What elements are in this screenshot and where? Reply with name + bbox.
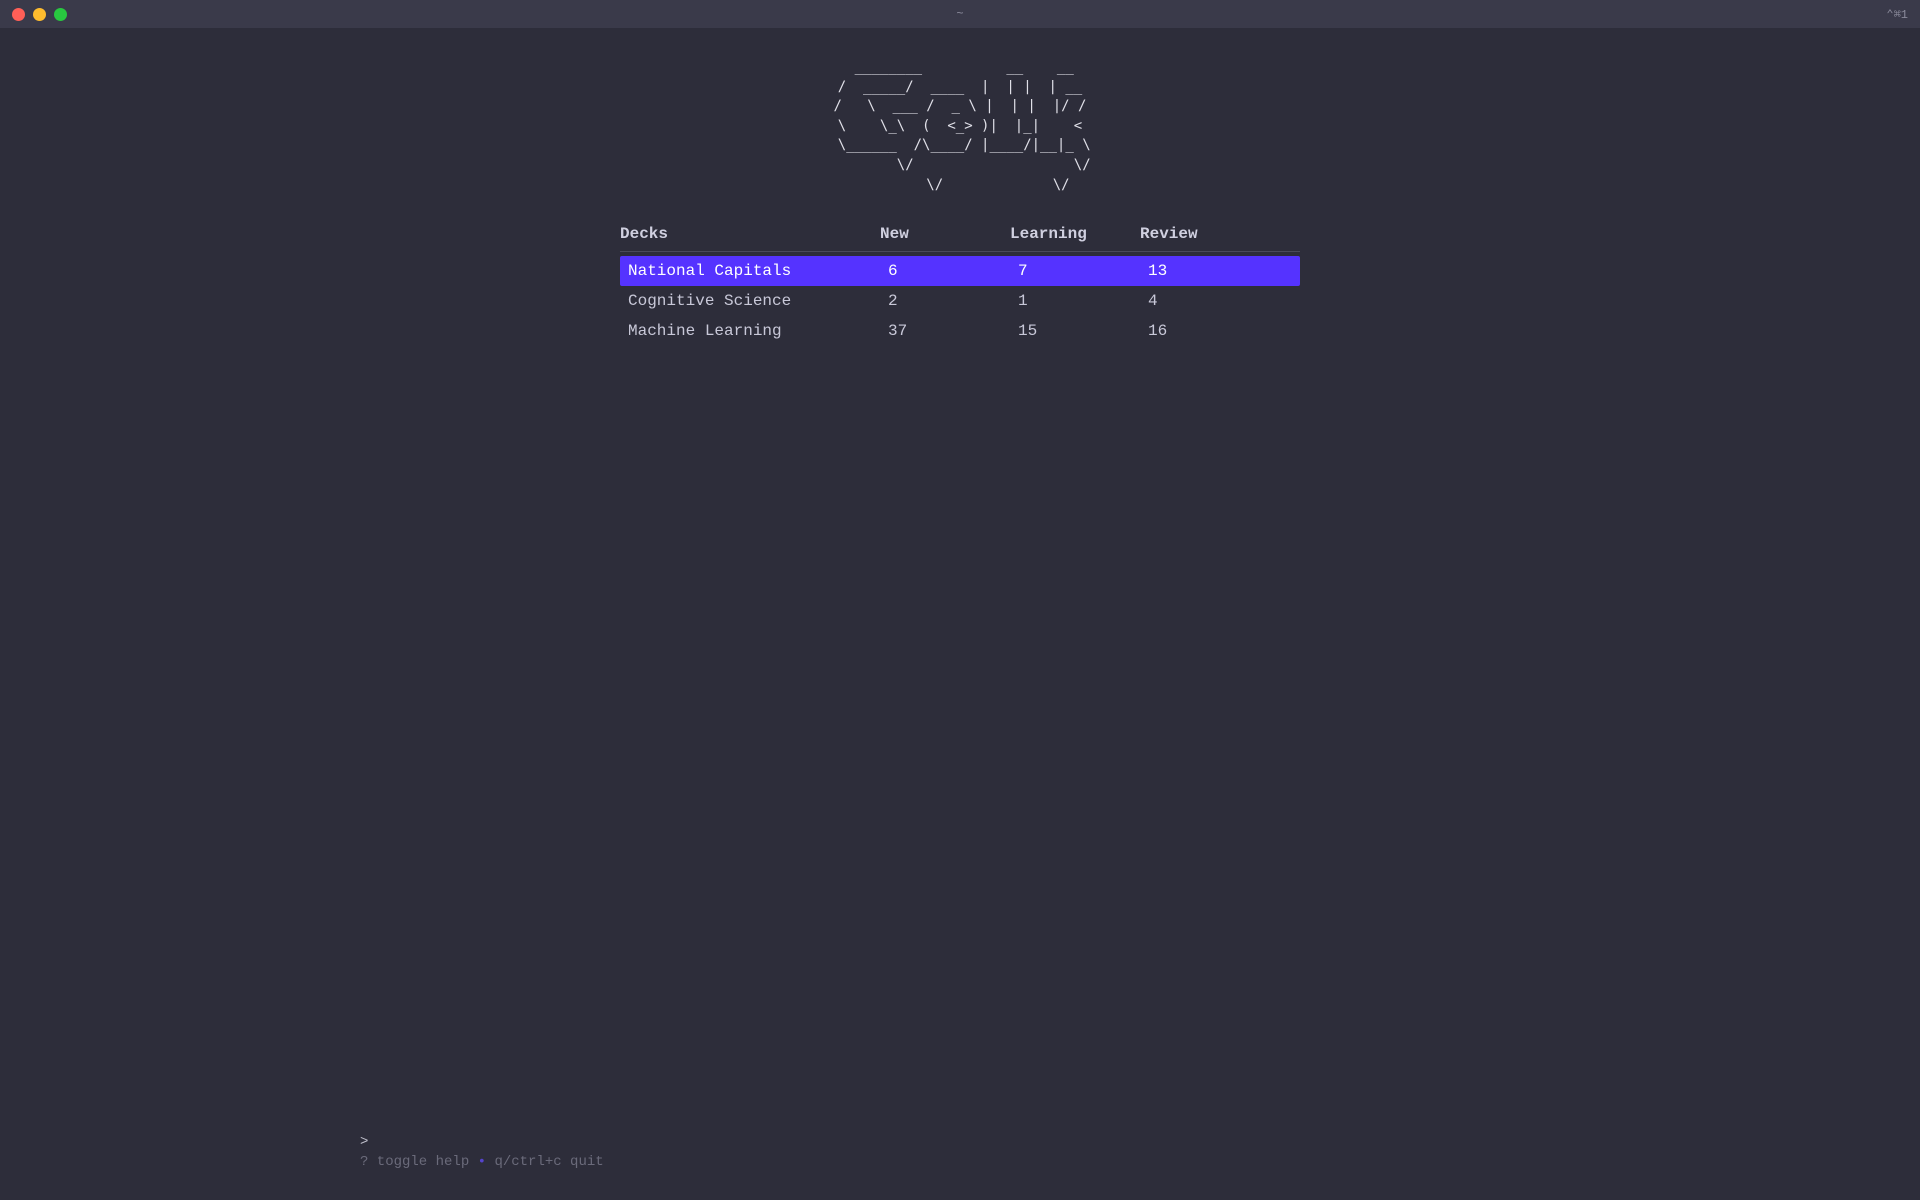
minimize-button[interactable] <box>33 8 46 21</box>
prompt-line: > <box>360 1134 604 1150</box>
prompt-symbol: > <box>360 1134 368 1150</box>
deck-table: Decks New Learning Review National Capit… <box>620 225 1300 346</box>
header-decks: Decks <box>620 225 880 243</box>
titlebar: ~ ⌃⌘1 <box>0 0 1920 28</box>
deck-new: 6 <box>888 262 1018 280</box>
help-text: ? toggle help <box>360 1154 469 1170</box>
deck-name: National Capitals <box>628 262 888 280</box>
help-line: ? toggle help • q/ctrl+c quit <box>360 1154 604 1170</box>
table-header: Decks New Learning Review <box>620 225 1300 252</box>
deck-review: 13 <box>1148 262 1278 280</box>
separator: • <box>478 1154 495 1170</box>
deck-name: Cognitive Science <box>628 292 888 310</box>
bottom-bar: > ? toggle help • q/ctrl+c quit <box>360 1134 604 1170</box>
close-button[interactable] <box>12 8 25 21</box>
traffic-lights <box>12 8 67 21</box>
deck-learning: 15 <box>1018 322 1148 340</box>
deck-new: 37 <box>888 322 1018 340</box>
table-row[interactable]: Machine Learning 37 15 16 <box>620 316 1300 346</box>
deck-learning: 7 <box>1018 262 1148 280</box>
deck-name: Machine Learning <box>628 322 888 340</box>
header-learning: Learning <box>1010 225 1140 243</box>
quit-text: q/ctrl+c quit <box>494 1154 603 1170</box>
ascii-logo: ________ __ __ / _____/ ____ | | | | __ … <box>829 58 1090 195</box>
deck-learning: 1 <box>1018 292 1148 310</box>
table-row[interactable]: Cognitive Science 2 1 4 <box>620 286 1300 316</box>
header-review: Review <box>1140 225 1270 243</box>
titlebar-title: ~ <box>956 7 963 21</box>
table-row[interactable]: National Capitals 6 7 13 <box>620 256 1300 286</box>
deck-review: 16 <box>1148 322 1278 340</box>
deck-review: 4 <box>1148 292 1278 310</box>
titlebar-shortcut: ⌃⌘1 <box>1886 7 1908 22</box>
maximize-button[interactable] <box>54 8 67 21</box>
main-content: ________ __ __ / _____/ ____ | | | | __ … <box>0 28 1920 346</box>
deck-new: 2 <box>888 292 1018 310</box>
header-new: New <box>880 225 1010 243</box>
